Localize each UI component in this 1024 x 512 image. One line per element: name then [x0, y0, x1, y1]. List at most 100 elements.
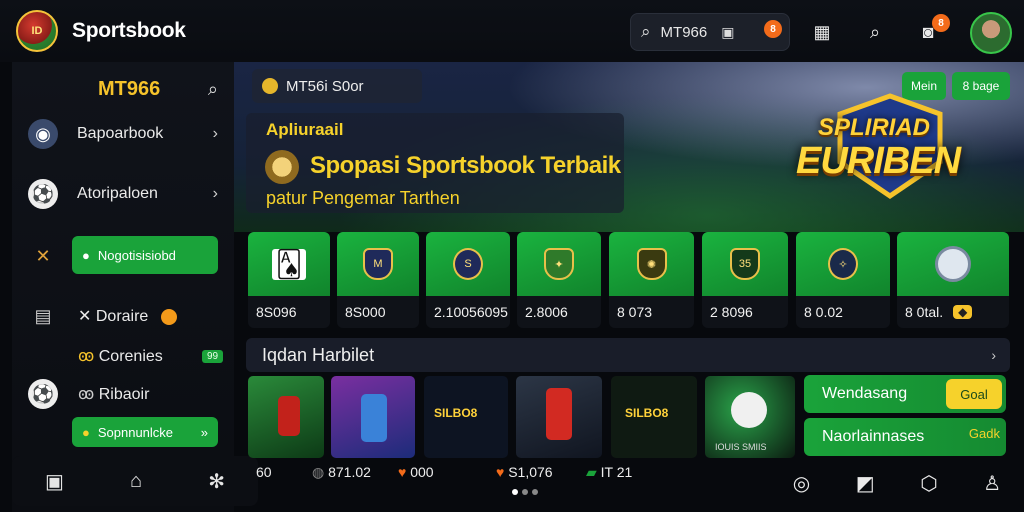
coin-icon: ●: [82, 424, 90, 440]
game-tile[interactable]: ✦ 2.8006: [517, 232, 601, 328]
card-value-row: ♥ S1,076: [496, 464, 553, 480]
search-input[interactable]: MT966: [661, 24, 708, 41]
search-icon[interactable]: ⌕: [857, 14, 893, 50]
arrow-icon[interactable]: ◆: [953, 305, 973, 319]
lock-icon: ●: [82, 247, 90, 263]
gift-box-icon[interactable]: ▣: [45, 469, 64, 494]
sidebar-action-button[interactable]: ● Sopnnunlcke »: [72, 417, 218, 447]
count-badge: 99: [202, 349, 224, 363]
tile-value: 8 0.02: [804, 304, 843, 320]
grid-icon[interactable]: ▦: [804, 14, 840, 50]
sidebar-item-label: Bapoarbook: [77, 125, 164, 142]
game-tile[interactable]: S 2.10056095: [426, 232, 510, 328]
profile-icon[interactable]: ♙: [983, 471, 1001, 496]
sidebar-item-6[interactable]: ⚽ ꙭ Ribaoir: [12, 372, 234, 416]
card-value: 000: [410, 464, 434, 480]
naorlainnases-row[interactable]: Naorlainnases Gadk: [804, 418, 1006, 456]
crest-icon: ✧: [796, 232, 890, 296]
hexagon-icon[interactable]: ⬡: [920, 471, 937, 496]
card-value: 871.02: [328, 464, 371, 480]
sidebar-item-1[interactable]: ◉ Bapoarbook ›: [12, 112, 234, 156]
logo-text: ID: [31, 25, 43, 37]
chip-icon: ◍: [312, 464, 329, 480]
medal-icon: [265, 150, 299, 184]
heart-icon: ♥: [398, 464, 411, 480]
game-tile[interactable]: 🂡 8S096: [248, 232, 330, 328]
tile-value: 2 8096: [710, 304, 753, 320]
sidebar-item-label: ꙭ Corenies: [78, 346, 163, 366]
bottom-nav-right: ◎ ◩ ⬡ ♙: [770, 458, 1024, 508]
people-icon: ꙭ: [78, 386, 99, 403]
camera-icon[interactable]: ▣: [721, 24, 734, 41]
goal-button[interactable]: Goal: [946, 379, 1002, 409]
hero-subtitle: Apliuraail: [266, 120, 344, 139]
soccer-ball-icon: [731, 392, 767, 428]
card-value-row: ♥ 000: [398, 464, 434, 480]
hero-title: Spopasi Sportsbook Terbaik: [310, 152, 621, 179]
tile-value: 8 073: [617, 304, 653, 320]
pager-dots[interactable]: [510, 482, 540, 500]
action-label: Wendasang: [822, 385, 908, 402]
wendasang-row[interactable]: Wendasang Goal: [804, 375, 1006, 413]
euro-logo-text-1: SPLIRIAD: [818, 114, 931, 141]
tile-value: 8S096: [256, 304, 297, 320]
gadk-button[interactable]: Gadk: [969, 426, 1000, 441]
euro-logo-text-2: EURIBEN: [796, 140, 961, 182]
crest-icon: ✺: [609, 232, 694, 296]
card-logo-text: SILBO8: [434, 406, 478, 420]
chevron-right-icon: ›: [212, 185, 218, 202]
heart-icon: ♥: [496, 464, 509, 480]
game-tile[interactable]: ✺ 8 073: [609, 232, 694, 328]
sidebar-item-label: ꙭ Ribaoir: [78, 384, 149, 404]
game-tile[interactable]: 35 2 8096: [702, 232, 788, 328]
soccer-ball-icon: ⚽: [28, 379, 58, 409]
clipboard-icon: ▤: [34, 305, 52, 326]
user-avatar[interactable]: [970, 12, 1012, 54]
tile-value: 2.10056095: [434, 304, 508, 320]
match-card[interactable]: [516, 376, 602, 458]
home-icon[interactable]: ⌂: [130, 470, 142, 493]
brand-logo[interactable]: ID: [16, 10, 58, 52]
game-tile[interactable]: M 8S000: [337, 232, 419, 328]
match-card[interactable]: SILBO8: [424, 376, 508, 458]
soccer-ball-icon: ⚽: [28, 179, 58, 209]
sidebar-item-label: Nogotisisiobd: [97, 247, 176, 263]
match-card[interactable]: [331, 376, 415, 458]
game-tile[interactable]: 8 0tal. ◆: [897, 232, 1009, 328]
record-icon[interactable]: ◎: [793, 471, 810, 496]
card-caption: IOUIS SMIIS: [715, 442, 767, 452]
bottom-nav-left: ▣ ⌂ ✻: [12, 456, 258, 506]
chevron-right-icon: ›: [212, 125, 218, 142]
match-card[interactable]: IOUIS SMIIS: [705, 376, 795, 458]
people-icon: ꙭ: [78, 348, 99, 365]
section-header[interactable]: Iqdan Harbilet ›: [246, 338, 1010, 372]
match-card[interactable]: SILBO8: [611, 376, 697, 458]
tile-value: 8 0tal.: [905, 304, 944, 320]
gift-badge: 8: [932, 14, 950, 32]
card-logo-text: SILBO8: [625, 406, 669, 420]
camera-badge: 8: [764, 20, 782, 38]
tile-value-row: 8 0tal. ◆: [897, 296, 1009, 328]
section-title: Iqdan Harbilet: [262, 344, 375, 365]
brand-title: Sportsbook: [72, 19, 186, 42]
player-icon: ◉: [28, 119, 58, 149]
sidebar-item-text: Ribaoir: [98, 386, 150, 403]
sidebar-green-button[interactable]: ● Nogotisisiobd: [72, 236, 218, 274]
sidebar: MT966 ⌕ ◉ Bapoarbook › ⚽ Atoripaloen › ✕…: [12, 62, 234, 512]
s-crest-icon: S: [426, 232, 510, 296]
tile-value: 2.8006: [525, 304, 568, 320]
cross-icon: ✕: [78, 308, 96, 325]
sidebar-item-3[interactable]: ✕ ● Nogotisisiobd: [12, 234, 234, 278]
cards-icon: 🂡: [248, 232, 330, 296]
coin-icon: [262, 78, 278, 94]
sidebar-item-2[interactable]: ⚽ Atoripaloen ›: [12, 172, 234, 216]
spinner-icon[interactable]: ✻: [208, 469, 225, 494]
crossed-tools-icon: ✕: [35, 245, 51, 266]
chevron-right-icon[interactable]: ›: [991, 347, 996, 363]
game-tile[interactable]: ✧ 8 0.02: [796, 232, 890, 328]
match-card[interactable]: [248, 376, 324, 458]
card-value: S1,076: [508, 464, 553, 480]
search-icon[interactable]: ⌕: [208, 79, 218, 100]
stats-icon[interactable]: ◩: [856, 471, 875, 496]
sidebar-item-4[interactable]: ▤ ✕ Doraire: [12, 294, 234, 338]
